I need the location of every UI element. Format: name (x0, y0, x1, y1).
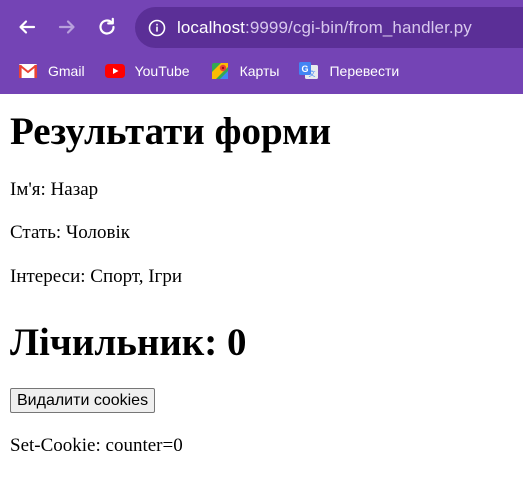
delete-cookies-button[interactable]: Видалити cookies (10, 388, 156, 413)
browser-toolbar: localhost:9999/cgi-bin/from_handler.py G… (0, 0, 523, 94)
bookmark-youtube[interactable]: YouTube (104, 63, 190, 79)
svg-text:G: G (302, 64, 309, 74)
maps-icon (210, 63, 230, 79)
translate-icon: G 文 (299, 62, 319, 79)
forward-arrow-icon (58, 20, 75, 34)
address-bar[interactable]: localhost:9999/cgi-bin/from_handler.py (135, 7, 523, 48)
back-button[interactable] (12, 12, 42, 42)
url-text: localhost:9999/cgi-bin/from_handler.py (177, 18, 472, 38)
bookmark-translate-label: Перевести (329, 63, 400, 79)
counter-heading: Лічильник: 0 (10, 321, 247, 364)
page-title: Результати форми (10, 110, 332, 153)
gmail-icon (18, 63, 38, 79)
bookmark-youtube-label: YouTube (134, 63, 190, 79)
reload-button[interactable] (92, 12, 122, 42)
bookmark-gmail[interactable]: Gmail (18, 63, 85, 79)
gender-line: Стать: Чоловік (10, 222, 130, 243)
reload-icon (99, 17, 115, 35)
back-arrow-icon (19, 20, 36, 34)
site-info-icon[interactable] (147, 18, 167, 38)
set-cookie-line: Set-Cookie: counter=0 (10, 435, 183, 456)
url-host: localhost (177, 17, 245, 37)
bookmark-translate[interactable]: G 文 Перевести (299, 62, 400, 79)
bookmark-gmail-label: Gmail (48, 63, 85, 79)
svg-text:文: 文 (309, 69, 316, 78)
youtube-icon (104, 63, 125, 79)
forward-button[interactable] (52, 12, 82, 42)
bookmark-maps-label: Карты (239, 63, 280, 79)
interests-line: Інтереси: Спорт, Ігри (10, 266, 183, 287)
bookmarks-bar: Gmail YouTube Карты G 文 Перевести (0, 56, 523, 86)
bookmark-maps[interactable]: Карты (210, 63, 280, 79)
url-path: :9999/cgi-bin/from_handler.py (245, 17, 472, 37)
name-line: Ім'я: Назар (10, 179, 99, 200)
